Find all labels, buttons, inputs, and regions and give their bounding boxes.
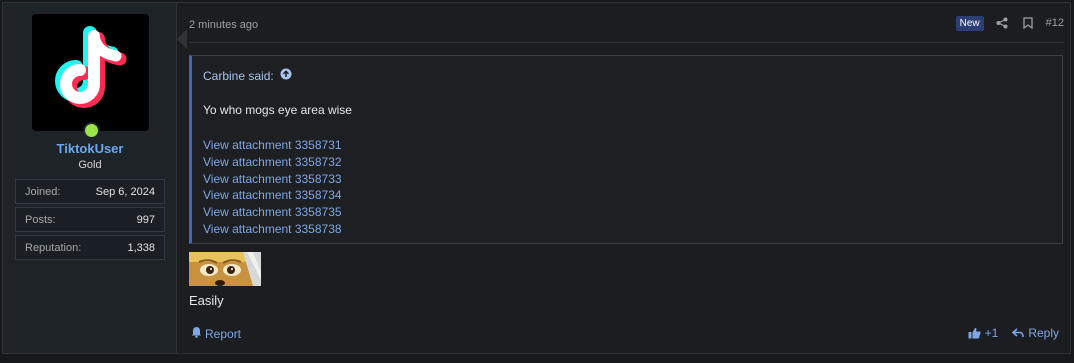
bell-icon xyxy=(191,326,202,341)
post: TiktokUser Gold Joined: Sep 6, 2024 Post… xyxy=(2,2,1071,354)
username[interactable]: TiktokUser xyxy=(3,141,177,156)
thumbs-up-icon xyxy=(968,327,981,339)
user-sidebar: TiktokUser Gold Joined: Sep 6, 2024 Post… xyxy=(3,3,177,353)
stat-reputation: Reputation: 1,338 xyxy=(15,235,165,260)
attachment-link[interactable]: View attachment 3358732 xyxy=(203,154,342,171)
attachment-list: View attachment 3358731 View attachment … xyxy=(203,137,342,238)
sidebar-arrow xyxy=(177,29,187,49)
report-label: Report xyxy=(205,326,242,341)
new-badge: New xyxy=(955,15,984,31)
post-top-actions: New #12 xyxy=(955,15,1064,31)
attachment-link[interactable]: View attachment 3358733 xyxy=(203,171,342,188)
attachment-link[interactable]: View attachment 3358731 xyxy=(203,137,342,154)
attachment-link[interactable]: View attachment 3358734 xyxy=(203,187,342,204)
report-button[interactable]: Report xyxy=(191,326,241,341)
like-button[interactable]: +1 xyxy=(968,326,999,340)
share-icon[interactable] xyxy=(994,15,1010,31)
stat-label: Posts: xyxy=(25,213,56,226)
jump-to-quote-icon[interactable] xyxy=(280,68,292,83)
online-status-dot xyxy=(83,122,100,139)
stat-label: Joined: xyxy=(25,185,61,198)
stat-label: Reputation: xyxy=(25,241,82,254)
post-time[interactable]: 2 minutes ago xyxy=(189,19,258,31)
quote-header: Carbine said: xyxy=(203,68,292,83)
quote-block: Carbine said: Yo who mogs eye area wise … xyxy=(189,55,1063,244)
post-header-divider xyxy=(189,42,1064,43)
post-footer-actions: +1 Reply xyxy=(968,326,1059,340)
stat-value: 1,338 xyxy=(127,241,155,254)
reply-button[interactable]: Reply xyxy=(1012,326,1059,340)
tiktok-logo-icon xyxy=(55,26,127,108)
post-body-text: Easily xyxy=(189,293,224,308)
avatar[interactable] xyxy=(32,14,149,131)
reply-arrow-icon xyxy=(1012,328,1025,338)
doge-eyes-image[interactable] xyxy=(189,252,261,286)
stat-joined: Joined: Sep 6, 2024 xyxy=(15,179,165,204)
user-title: Gold xyxy=(78,159,102,171)
stat-value: 997 xyxy=(136,213,155,226)
bookmark-icon[interactable] xyxy=(1020,15,1036,31)
reply-label: Reply xyxy=(1028,326,1059,340)
attachment-link[interactable]: View attachment 3358738 xyxy=(203,221,342,238)
attachment-link[interactable]: View attachment 3358735 xyxy=(203,204,342,221)
post-number[interactable]: #12 xyxy=(1046,17,1064,29)
stat-value: Sep 6, 2024 xyxy=(95,185,155,198)
stat-posts: Posts: 997 xyxy=(15,207,165,232)
quote-author[interactable]: Carbine said: xyxy=(203,69,274,83)
quote-text: Yo who mogs eye area wise xyxy=(203,103,352,117)
like-count: +1 xyxy=(984,326,999,340)
